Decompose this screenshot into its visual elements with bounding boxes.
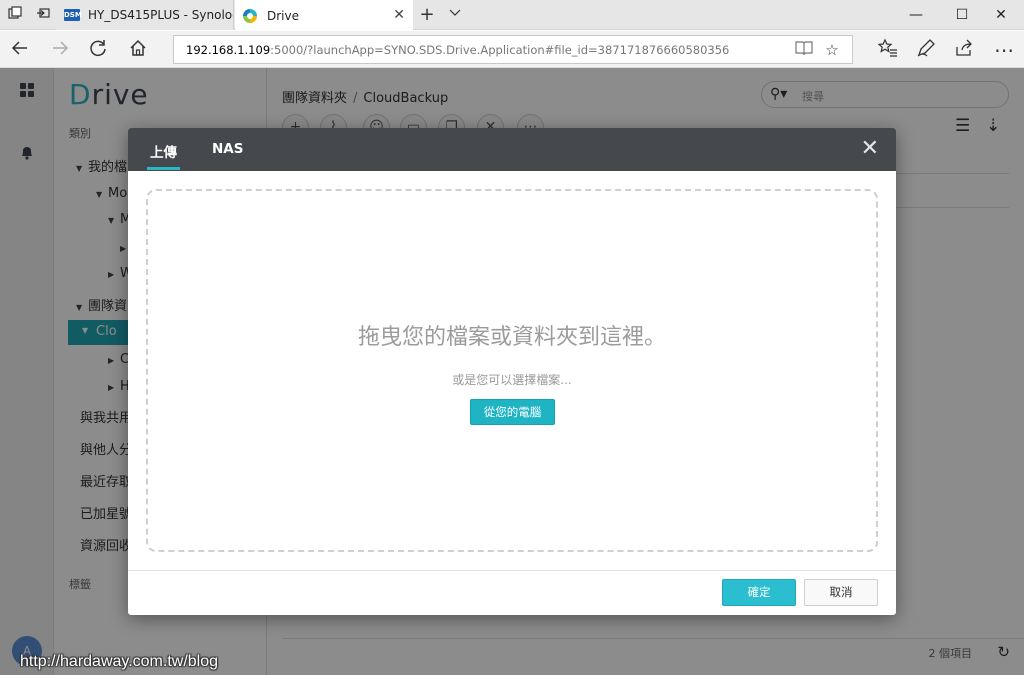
watermark: http://hardaway.com.tw/blog	[20, 653, 219, 670]
tab-drive-label: Drive	[267, 8, 299, 23]
close-icon[interactable]: ✕	[861, 137, 879, 161]
dialog-header: 上傳 NAS ✕	[128, 128, 896, 171]
ok-button[interactable]: 確定	[722, 579, 796, 606]
browser-tab-bar: DSM HY_DS415PLUS - Synology I Drive ✕ + …	[0, 0, 1024, 31]
tab-upload[interactable]: 上傳	[147, 141, 180, 170]
share-icon[interactable]	[952, 38, 976, 62]
refresh-icon[interactable]	[86, 38, 110, 62]
address-bar[interactable]: 192.168.1.109:5000/?launchApp=SYNO.SDS.D…	[173, 35, 853, 64]
dsm-favicon-icon: DSM	[64, 9, 82, 21]
choose-from-computer-button[interactable]: 從您的電腦	[470, 399, 555, 425]
new-tab-icon[interactable]: +	[418, 6, 436, 24]
reading-view-icon[interactable]	[794, 40, 814, 60]
more-icon[interactable]: ⋯	[992, 38, 1016, 62]
minimize-icon[interactable]: —	[893, 0, 939, 30]
dialog-footer: 確定 取消	[128, 570, 896, 615]
drop-zone[interactable]: 拖曳您的檔案或資料夾到這裡。 或是您可以選擇檔案... 從您的電腦	[146, 189, 878, 552]
upload-dialog: 上傳 NAS ✕ 拖曳您的檔案或資料夾到這裡。 或是您可以選擇檔案... 從您的…	[128, 128, 896, 615]
star-icon[interactable]: ☆	[822, 40, 842, 60]
tab-dsm-label: HY_DS415PLUS - Synology I	[88, 8, 233, 22]
favorites-hub-icon[interactable]	[876, 38, 900, 62]
tab-preview-chevron-icon[interactable]	[446, 6, 464, 24]
set-aside-tabs-icon[interactable]	[34, 6, 52, 24]
tab-manager-icon[interactable]	[6, 6, 24, 24]
forward-arrow-icon[interactable]	[48, 38, 72, 62]
close-window-icon[interactable]: ✕	[978, 0, 1024, 30]
back-arrow-icon[interactable]	[8, 38, 32, 62]
tab-nas[interactable]: NAS	[212, 141, 243, 157]
web-note-icon[interactable]	[914, 38, 938, 62]
home-icon[interactable]	[126, 38, 150, 62]
address-url: 192.168.1.109:5000/?launchApp=SYNO.SDS.D…	[186, 43, 730, 57]
browser-nav-bar: 192.168.1.109:5000/?launchApp=SYNO.SDS.D…	[0, 31, 1024, 68]
cancel-button[interactable]: 取消	[804, 579, 878, 606]
close-tab-icon[interactable]: ✕	[393, 7, 405, 23]
tab-dsm[interactable]: DSM HY_DS415PLUS - Synology I	[56, 0, 234, 30]
tab-drive[interactable]: Drive ✕	[235, 0, 413, 31]
drop-subtitle: 或是您可以選擇檔案...	[452, 373, 572, 387]
drive-favicon-icon	[243, 8, 257, 23]
drop-title: 拖曳您的檔案或資料夾到這裡。	[357, 325, 666, 350]
